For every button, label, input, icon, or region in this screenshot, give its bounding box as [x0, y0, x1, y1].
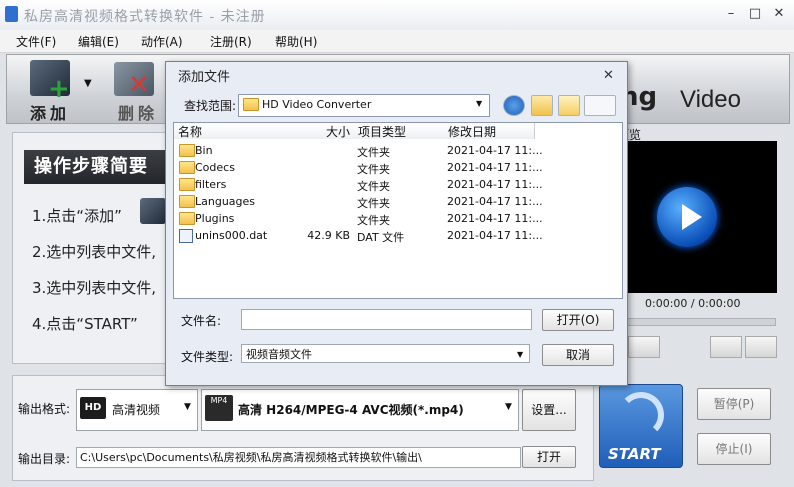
file-type: 文件夹: [357, 163, 390, 176]
column-date[interactable]: 修改日期: [444, 123, 535, 139]
file-date: 2021-04-17 11:...: [447, 229, 543, 242]
guide-step-3: 3.选中列表中文件,: [32, 279, 157, 297]
file-name: unins000.dat: [195, 229, 268, 242]
dialog-open-button[interactable]: 打开(O): [542, 309, 614, 331]
chevron-down-icon[interactable]: ▼: [505, 402, 512, 412]
guide-step-4: 4.点击“START”: [32, 315, 138, 333]
guide-title: 操作步骤简要: [24, 150, 184, 184]
dialog-cancel-button[interactable]: 取消: [542, 344, 614, 366]
file-type: DAT 文件: [357, 231, 405, 244]
list-item[interactable]: Plugins 文件夹 2021-04-17 11:...: [176, 210, 620, 227]
pause-button[interactable]: 暂停(P): [697, 388, 771, 420]
start-label: START: [608, 445, 661, 463]
stop-button[interactable]: 停止(I): [697, 433, 771, 465]
file-name: Plugins: [195, 212, 235, 225]
play-icon: [682, 204, 702, 230]
app-logo-icon: [5, 6, 18, 22]
convert-arrows-icon: [618, 392, 664, 438]
format-category-value: 高清视频: [112, 403, 161, 417]
filename-label: 文件名:: [181, 314, 222, 328]
mp4-format-icon: MP4: [205, 395, 233, 421]
new-folder-icon[interactable]: [558, 95, 580, 116]
fullscreen-icon[interactable]: [745, 336, 777, 358]
chevron-down-icon[interactable]: ▼: [476, 99, 482, 108]
delete-x-icon: ✕: [128, 70, 150, 100]
menu-edit[interactable]: 编辑(E): [72, 31, 125, 52]
list-item[interactable]: unins000.dat 42.9 KB DAT 文件 2021-04-17 11:.…: [176, 227, 620, 244]
add-dropdown-icon[interactable]: ▼: [84, 78, 92, 89]
delete-button[interactable]: 删除: [118, 100, 158, 124]
folder-icon: [179, 178, 195, 191]
add-button[interactable]: 添加: [30, 100, 70, 124]
file-name: Languages: [195, 195, 256, 208]
folder-icon: [179, 195, 195, 208]
folder-icon: [243, 98, 259, 111]
output-format-label: 输出格式:: [18, 402, 71, 416]
file-date: 2021-04-17 11:...: [447, 212, 543, 225]
output-dir-input[interactable]: C:\Users\pc\Documents\私房视频\私房高清视频格式转换软件\…: [76, 447, 521, 468]
folder-icon: [179, 161, 195, 174]
chevron-down-icon[interactable]: ▼: [517, 350, 523, 359]
menu-register[interactable]: 注册(R): [204, 31, 258, 52]
stop-preview-icon[interactable]: [628, 336, 660, 358]
list-item[interactable]: Languages 文件夹 2021-04-17 11:...: [176, 193, 620, 210]
snapshot-camera-icon[interactable]: [710, 336, 742, 358]
brand-video: Video: [680, 86, 741, 113]
column-type[interactable]: 项目类型: [354, 123, 445, 139]
file-type: 文件夹: [357, 146, 390, 159]
file-type: 文件夹: [357, 180, 390, 193]
add-film-small-icon: [140, 198, 166, 224]
lookin-label: 查找范围:: [184, 99, 237, 113]
settings-button[interactable]: 设置...: [522, 389, 576, 431]
time-readout: 0:00:00 / 0:00:00: [645, 297, 741, 310]
filetype-select[interactable]: 视频音频文件: [241, 344, 530, 363]
menu-action[interactable]: 动作(A): [135, 31, 189, 52]
close-icon[interactable]: ✕: [770, 6, 788, 22]
seek-bar[interactable]: [622, 318, 776, 326]
maximize-icon[interactable]: □: [746, 6, 764, 22]
folder-icon: [179, 144, 195, 157]
list-item[interactable]: filters 文件夹 2021-04-17 11:...: [176, 176, 620, 193]
up-folder-icon[interactable]: [531, 95, 553, 116]
file-date: 2021-04-17 11:...: [447, 144, 543, 157]
back-icon[interactable]: [503, 95, 525, 116]
file-icon: [179, 229, 193, 243]
list-item[interactable]: Codecs 文件夹 2021-04-17 11:...: [176, 159, 620, 176]
file-date: 2021-04-17 11:...: [447, 178, 543, 191]
output-dir-label: 输出目录:: [18, 452, 71, 466]
list-item[interactable]: Bin 文件夹 2021-04-17 11:...: [176, 142, 620, 159]
guide-step-2: 2.选中列表中文件,: [32, 243, 157, 261]
chevron-down-icon[interactable]: ▼: [184, 402, 191, 412]
hd-format-icon: HD: [80, 397, 106, 419]
open-dir-button[interactable]: 打开: [522, 446, 576, 468]
minimize-icon[interactable]: –: [722, 6, 740, 22]
menu-help[interactable]: 帮助(H): [269, 31, 323, 52]
file-size: 42.9 KB: [307, 229, 350, 242]
file-type: 文件夹: [357, 197, 390, 210]
filename-input[interactable]: [241, 309, 532, 330]
guide-step-1: 1.点击“添加”: [32, 207, 122, 225]
file-name: Codecs: [195, 161, 235, 174]
file-type: 文件夹: [357, 214, 390, 227]
format-value: 高清 H264/MPEG-4 AVC视频(*.mp4): [238, 403, 464, 417]
app-title: 私房高清视频格式转换软件 - 未注册: [24, 9, 266, 25]
file-date: 2021-04-17 11:...: [447, 161, 543, 174]
file-name: filters: [195, 178, 227, 191]
file-date: 2021-04-17 11:...: [447, 195, 543, 208]
column-size[interactable]: 大小: [298, 123, 355, 139]
plus-icon: +: [48, 74, 70, 104]
folder-icon: [179, 212, 195, 225]
menu-file[interactable]: 文件(F): [10, 31, 62, 52]
dialog-title: 添加文件: [178, 70, 231, 85]
file-name: Bin: [195, 144, 213, 157]
filetype-label: 文件类型:: [181, 350, 234, 364]
view-menu-icon[interactable]: [584, 95, 616, 116]
lookin-value: HD Video Converter: [262, 98, 372, 111]
dialog-close-icon[interactable]: ✕: [603, 68, 614, 83]
